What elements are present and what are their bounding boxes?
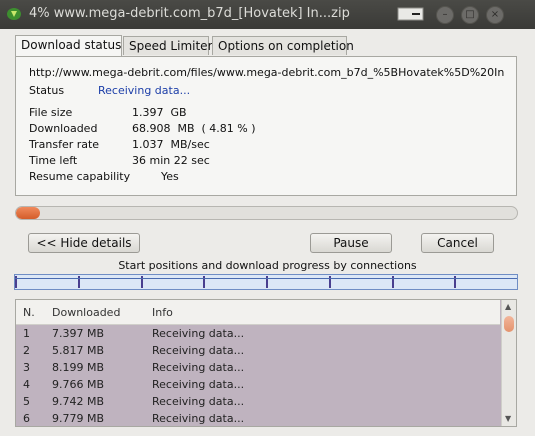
downloaded-value: 68.908 MB ( 4.81 % ) <box>132 122 256 135</box>
scrollbar-thumb[interactable] <box>504 316 514 332</box>
connection-downloaded: 5.817 MB <box>52 344 105 357</box>
progress-fill <box>16 207 41 219</box>
cancel-button[interactable]: Cancel <box>421 233 494 253</box>
table-row[interactable]: 4 9.766 MB Receiving data... <box>16 376 500 393</box>
transfer-rate-label: Transfer rate <box>29 138 100 151</box>
column-header-info[interactable]: Info <box>152 306 173 319</box>
column-header-downloaded[interactable]: Downloaded <box>52 306 120 319</box>
table-scrollbar[interactable]: ▲ ▼ <box>501 300 516 426</box>
connection-info: Receiving data... <box>152 327 245 340</box>
download-progress-bar <box>15 206 518 220</box>
connection-info: Receiving data... <box>152 378 245 391</box>
minimize-icon[interactable]: – <box>436 6 454 24</box>
table-header: N. Downloaded Info <box>16 300 500 325</box>
connection-info: Receiving data... <box>152 395 245 408</box>
connection-downloaded: 8.199 MB <box>52 361 105 374</box>
connection-downloaded: 9.779 MB <box>52 412 105 425</box>
file-size-label: File size <box>29 106 73 119</box>
connection-number: 5 <box>23 395 30 408</box>
connection-number: 1 <box>23 327 30 340</box>
connection-downloaded: 7.397 MB <box>52 327 105 340</box>
maximize-icon[interactable]: □ <box>461 6 479 24</box>
hide-details-button[interactable]: << Hide details <box>28 233 140 253</box>
connection-info: Receiving data... <box>152 361 245 374</box>
connection-number: 4 <box>23 378 30 391</box>
connection-downloaded: 9.742 MB <box>52 395 105 408</box>
table-row[interactable]: 6 9.779 MB Receiving data... <box>16 410 500 426</box>
title-bar: 4% www.mega-debrit.com_b7d_[Hovatek] In.… <box>0 0 535 29</box>
window-title: 4% www.mega-debrit.com_b7d_[Hovatek] In.… <box>29 6 350 21</box>
connection-number: 2 <box>23 344 30 357</box>
tab-speed-limiter[interactable]: Speed Limiter <box>123 36 213 55</box>
status-value: Receiving data... <box>98 84 191 97</box>
connection-info: Receiving data... <box>152 344 245 357</box>
file-size-value: 1.397 GB <box>132 106 187 119</box>
column-header-n[interactable]: N. <box>23 306 35 319</box>
pause-button[interactable]: Pause <box>310 233 392 253</box>
status-label: Status <box>29 84 65 97</box>
connections-table: N. Downloaded Info 1 7.397 MB Receiving da… <box>15 299 517 427</box>
scroll-down-icon[interactable]: ▼ <box>505 414 511 423</box>
close-icon[interactable]: × <box>486 6 504 24</box>
connection-downloaded: 9.766 MB <box>52 378 105 391</box>
connection-progress-line <box>15 278 517 279</box>
table-row[interactable]: 2 5.817 MB Receiving data... <box>16 342 500 359</box>
connection-number: 3 <box>23 361 30 374</box>
connection-number: 6 <box>23 412 30 425</box>
download-manager-icon <box>7 8 21 20</box>
connections-progress-bar <box>14 274 518 290</box>
table-row[interactable]: 5 9.742 MB Receiving data... <box>16 393 500 410</box>
table-row[interactable]: 1 7.397 MB Receiving data... <box>16 325 500 342</box>
tab-download-status[interactable]: Download status <box>15 35 122 56</box>
download-url: http://www.mega-debrit.com/files/www.meg… <box>29 66 504 79</box>
downloaded-label: Downloaded <box>29 122 98 135</box>
keyboard-icon <box>397 7 424 21</box>
tab-options-on-completion[interactable]: Options on completion <box>212 36 354 55</box>
table-row[interactable]: 3 8.199 MB Receiving data... <box>16 359 500 376</box>
resume-capability-value: Yes <box>161 170 179 183</box>
transfer-rate-value: 1.037 MB/sec <box>132 138 210 151</box>
resume-capability-label: Resume capability <box>29 170 131 183</box>
connections-caption: Start positions and download progress by… <box>118 259 417 272</box>
time-left-value: 36 min 22 sec <box>132 154 210 167</box>
scroll-up-icon[interactable]: ▲ <box>505 302 511 311</box>
connection-info: Receiving data... <box>152 412 245 425</box>
download-status-panel: http://www.mega-debrit.com/files/www.meg… <box>15 56 517 196</box>
time-left-label: Time left <box>29 154 78 167</box>
